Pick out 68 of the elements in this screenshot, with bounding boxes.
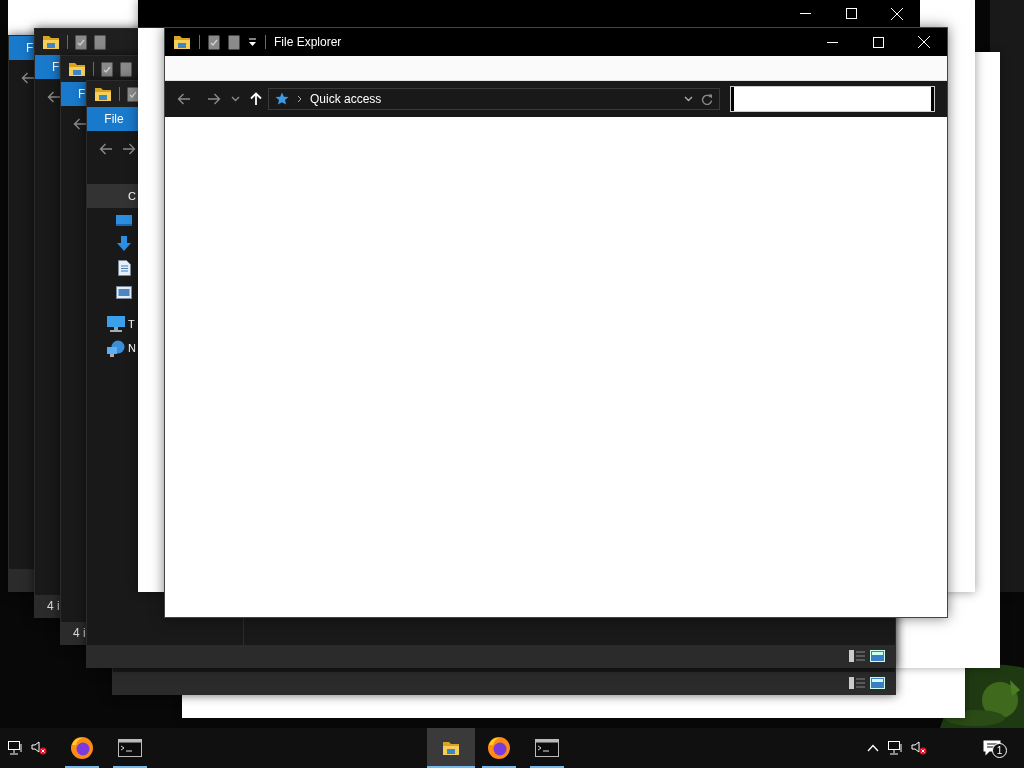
large-icons-view-icon[interactable] <box>870 677 885 689</box>
file-tab[interactable]: F <box>35 55 61 79</box>
up-icon[interactable] <box>250 92 262 106</box>
navigation-label: N <box>128 342 136 354</box>
folder-icon <box>42 34 60 50</box>
navigation-item[interactable]: N <box>87 336 138 360</box>
properties-icon[interactable] <box>75 34 87 50</box>
browser-icon <box>70 736 94 760</box>
taskbar-button[interactable] <box>427 728 475 768</box>
status-text: 4 i <box>47 599 61 613</box>
star-icon <box>275 92 289 106</box>
new-folder-icon[interactable] <box>228 34 240 50</box>
maximize-icon <box>845 8 857 19</box>
document-icon <box>117 260 131 276</box>
computer-icon <box>107 316 125 332</box>
picture-icon <box>116 285 132 299</box>
download-icon <box>116 236 132 252</box>
back-icon[interactable] <box>73 118 87 130</box>
network-tray-icon[interactable] <box>888 741 903 755</box>
close-icon <box>891 7 903 20</box>
refresh-icon[interactable] <box>701 92 713 106</box>
notification-count: 1 <box>992 743 1007 758</box>
forward-icon[interactable] <box>122 143 136 155</box>
back-icon[interactable] <box>21 72 35 84</box>
folder-icon <box>442 740 460 756</box>
desktop-icon <box>116 213 132 227</box>
browser-icon <box>487 736 511 760</box>
back-icon[interactable] <box>99 143 113 155</box>
window-title: File Explorer <box>274 35 342 49</box>
navigation-item[interactable]: C <box>87 184 138 208</box>
folder-icon <box>94 86 112 102</box>
back-icon[interactable] <box>47 91 61 103</box>
properties-icon[interactable] <box>101 61 113 77</box>
file-tab[interactable]: File <box>87 107 141 131</box>
dropdown-icon[interactable] <box>684 96 693 102</box>
show-hidden-icons-icon[interactable] <box>866 744 879 752</box>
close-icon <box>918 36 930 48</box>
maximize-icon <box>872 36 884 48</box>
large-icons-view-icon[interactable] <box>870 650 885 662</box>
details-view-icon[interactable] <box>849 677 866 689</box>
file-tab[interactable]: F <box>61 82 87 106</box>
properties-icon[interactable] <box>208 34 220 50</box>
navigation-label: T <box>128 318 135 330</box>
new-folder-icon[interactable] <box>94 34 106 50</box>
properties-icon[interactable] <box>127 86 139 102</box>
network-tray-icon[interactable] <box>8 741 23 755</box>
back-icon[interactable] <box>177 93 191 105</box>
terminal-icon <box>118 739 142 757</box>
address-text: Quick access <box>310 92 383 106</box>
new-folder-icon[interactable] <box>120 61 132 77</box>
recent-locations-icon[interactable] <box>231 96 240 102</box>
search-field[interactable] <box>731 87 934 111</box>
network-icon <box>107 339 125 357</box>
status-text: 4 i <box>73 626 87 640</box>
customize-dropdown-icon[interactable] <box>248 37 257 47</box>
details-view-icon[interactable] <box>849 650 866 662</box>
address-bar[interactable]: Quick access <box>268 88 720 110</box>
notification-button[interactable]: 1 <box>972 728 1012 768</box>
folder-icon <box>173 34 191 50</box>
folder-icon <box>68 61 86 77</box>
chevron-right-icon <box>297 95 302 103</box>
terminal-icon <box>535 739 559 757</box>
file-tab[interactable]: F <box>9 36 35 60</box>
forward-icon[interactable] <box>207 93 221 105</box>
volume-muted-icon[interactable] <box>910 741 927 755</box>
volume-muted-icon[interactable] <box>30 741 47 755</box>
navigation-label: C <box>128 190 136 202</box>
navigation-item[interactable]: T <box>87 312 138 336</box>
